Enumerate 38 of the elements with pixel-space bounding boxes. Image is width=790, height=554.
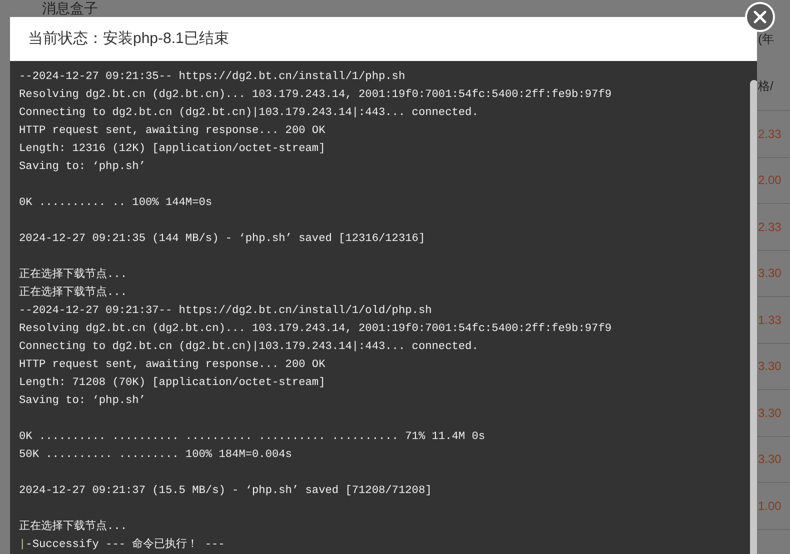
page-title: 消息盒子 [42,0,98,17]
log-line: 0K .......... .......... .......... .......... .......... 71% 11.4M 0s [19,430,486,445]
marker: | [19,538,26,553]
log-line: 正在选择下载节点... [19,266,127,283]
log-line: 50K .......... ......... 100% 184M=0.004s [19,448,292,463]
price-cell-text: 3.30 [758,451,782,468]
price-cell-text: 3.30 [758,358,782,376]
log-line: Resolving dg2.bt.cn (dg2.bt.cn)... 103.179.243.14, 2001:19f0:7001:54fc:5400:2ff:fe9b:97f9 [19,322,612,337]
log-line: Saving to: ‘php.sh’ [19,160,146,175]
dialog-title: 当前状态：安装php-8.1已结束 [28,28,229,49]
table-heading: 格/ [758,78,774,94]
log-line: 正在选择下载节点... [19,284,127,301]
price-cell-text: 3.30 [758,404,782,422]
log-line: --2024-12-27 09:21:37-- https://dg2.bt.cn/install/1/old/php.sh [19,304,432,319]
log-line: Saving to: ‘php.sh’ [19,394,146,409]
log-line: HTTP request sent, awaiting response... 200 OK [19,124,326,139]
price-cell-text: 1.00 [758,498,782,515]
log-line: --2024-12-27 09:21:35-- https://dg2.bt.cn/install/1/php.sh [19,70,406,85]
log-line: Connecting to dg2.bt.cn (dg2.bt.cn)|103.179.243.14|:443... connected. [19,340,478,355]
log-line: Length: 71208 (70K) [application/octet-stream] [19,376,326,391]
close-button[interactable] [745,2,775,32]
table-heading: (年 [758,31,774,48]
log-line: 2024-12-27 09:21:37 (15.5 MB/s) - ‘php.sh’ saved [71208/71208] [19,484,432,499]
log-line: 0K .......... .. 100% 144M=0s [19,196,212,211]
log-line: 2024-12-27 09:21:35 (144 MB/s) - ‘php.sh’ saved [12316/12316] [19,232,426,247]
log-line: 正在选择下载节点... [19,518,127,535]
price-cell-text: 2.33 [758,126,782,143]
price-cell-text: 2.00 [758,172,782,190]
log-line: Length: 12316 (12K) [application/octet-stream] [19,142,326,157]
scrollbar-thumb[interactable] [750,80,757,554]
close-icon [753,10,767,24]
log-line: Resolving dg2.bt.cn (dg2.bt.cn)... 103.179.243.14, 2001:19f0:7001:54fc:5400:2ff:fe9b:97f9 [19,88,612,103]
price-cell-text: 2.33 [758,218,782,236]
price-cell-text: 3.30 [758,265,782,282]
log-line: HTTP request sent, awaiting response... 200 OK [19,358,326,373]
price-cell-text: 1.33 [758,312,782,329]
log-line: -Successify --- 命令已执行！ --- [26,537,225,553]
log-line: Connecting to dg2.bt.cn (dg2.bt.cn)|103.179.243.14|:443... connected. [19,106,478,121]
